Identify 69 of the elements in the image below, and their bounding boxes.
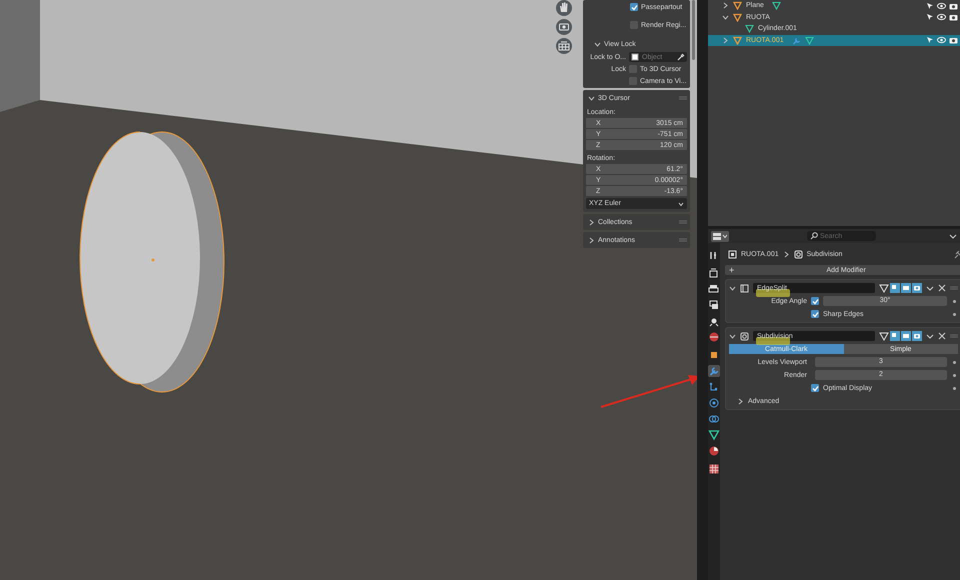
- drag-handle-icon[interactable]: [679, 220, 687, 224]
- keyframe-dot-icon[interactable]: [953, 360, 956, 364]
- layers-icon[interactable]: [708, 299, 720, 311]
- cursor-arrow-icon[interactable]: [926, 36, 934, 44]
- chevron-down-icon[interactable]: [588, 94, 595, 102]
- printer-icon[interactable]: [708, 283, 720, 295]
- vertex-triangle-icon[interactable]: [879, 283, 889, 293]
- mesh-icon[interactable]: [708, 429, 720, 441]
- dropdown-caret-icon[interactable]: [926, 284, 934, 292]
- link-icon[interactable]: [708, 413, 720, 425]
- object-icon: [631, 53, 639, 61]
- render-icon[interactable]: [708, 267, 720, 279]
- dropdown-caret-icon: [678, 200, 684, 206]
- chevron-right-icon[interactable]: [722, 36, 729, 44]
- sphere-icon[interactable]: [708, 445, 720, 457]
- checkbox[interactable]: [629, 65, 637, 73]
- checkbox[interactable]: [811, 297, 819, 305]
- checkbox[interactable]: [630, 21, 638, 29]
- keyframe-dot-icon[interactable]: [953, 374, 956, 376]
- chevron-down-icon[interactable]: [729, 332, 736, 340]
- vertex-triangle-icon[interactable]: [879, 331, 889, 341]
- editor-type-button[interactable]: [711, 230, 729, 242]
- drag-handle-icon[interactable]: [679, 238, 687, 242]
- monitor-icon[interactable]: [901, 283, 911, 293]
- chevron-right-icon[interactable]: [737, 398, 744, 404]
- chevron-down-icon[interactable]: [722, 14, 729, 21]
- modifier-icon: [740, 332, 749, 340]
- eye-icon[interactable]: [937, 36, 946, 44]
- particles-icon[interactable]: [708, 381, 720, 393]
- dropdown-caret-icon[interactable]: [949, 232, 957, 240]
- modifier-icon: [794, 250, 803, 258]
- close-icon[interactable]: [938, 332, 946, 340]
- pin-icon[interactable]: [953, 250, 960, 258]
- keyframe-dot-icon[interactable]: [953, 386, 956, 390]
- dropdown-caret-icon[interactable]: [926, 332, 934, 340]
- camera-icon[interactable]: [949, 13, 958, 22]
- chevron-down-icon[interactable]: [729, 284, 736, 292]
- drag-handle-icon[interactable]: [679, 96, 687, 100]
- object-square-icon: [728, 250, 737, 258]
- camera-icon[interactable]: [949, 2, 958, 10]
- drag-handle-icon[interactable]: [950, 334, 958, 338]
- wrench-icon[interactable]: [708, 365, 720, 377]
- globe-icon[interactable]: [708, 331, 720, 343]
- object-triangle-icon: [733, 36, 742, 45]
- split-square-icon: [740, 284, 749, 292]
- eye-icon[interactable]: [937, 2, 946, 10]
- scrollbar[interactable]: [692, 0, 695, 60]
- checkbox[interactable]: [811, 310, 819, 318]
- checkbox[interactable]: [630, 3, 638, 11]
- camera-icon[interactable]: [949, 36, 958, 44]
- keyframe-dot-icon[interactable]: [953, 312, 956, 316]
- checkbox[interactable]: [629, 77, 637, 85]
- eyedropper-icon: [677, 53, 685, 61]
- square-icon[interactable]: [708, 349, 720, 361]
- checkbox[interactable]: [811, 384, 819, 392]
- orbit-icon[interactable]: [708, 397, 720, 409]
- keyframe-dot-icon[interactable]: [953, 300, 956, 302]
- monitor-icon[interactable]: [901, 331, 911, 341]
- close-icon[interactable]: [938, 284, 946, 292]
- search-icon: [810, 232, 818, 240]
- chevron-right-icon[interactable]: [588, 218, 595, 226]
- chevron-right-icon[interactable]: [588, 236, 595, 244]
- mesh-icon: [745, 24, 754, 34]
- eye-icon[interactable]: [937, 13, 946, 22]
- checker-icon[interactable]: [708, 463, 720, 475]
- chevron-down-icon[interactable]: [594, 40, 601, 48]
- chevron-right-icon: [782, 250, 790, 258]
- drag-handle-icon[interactable]: [950, 286, 958, 290]
- chevron-right-icon[interactable]: [722, 2, 729, 10]
